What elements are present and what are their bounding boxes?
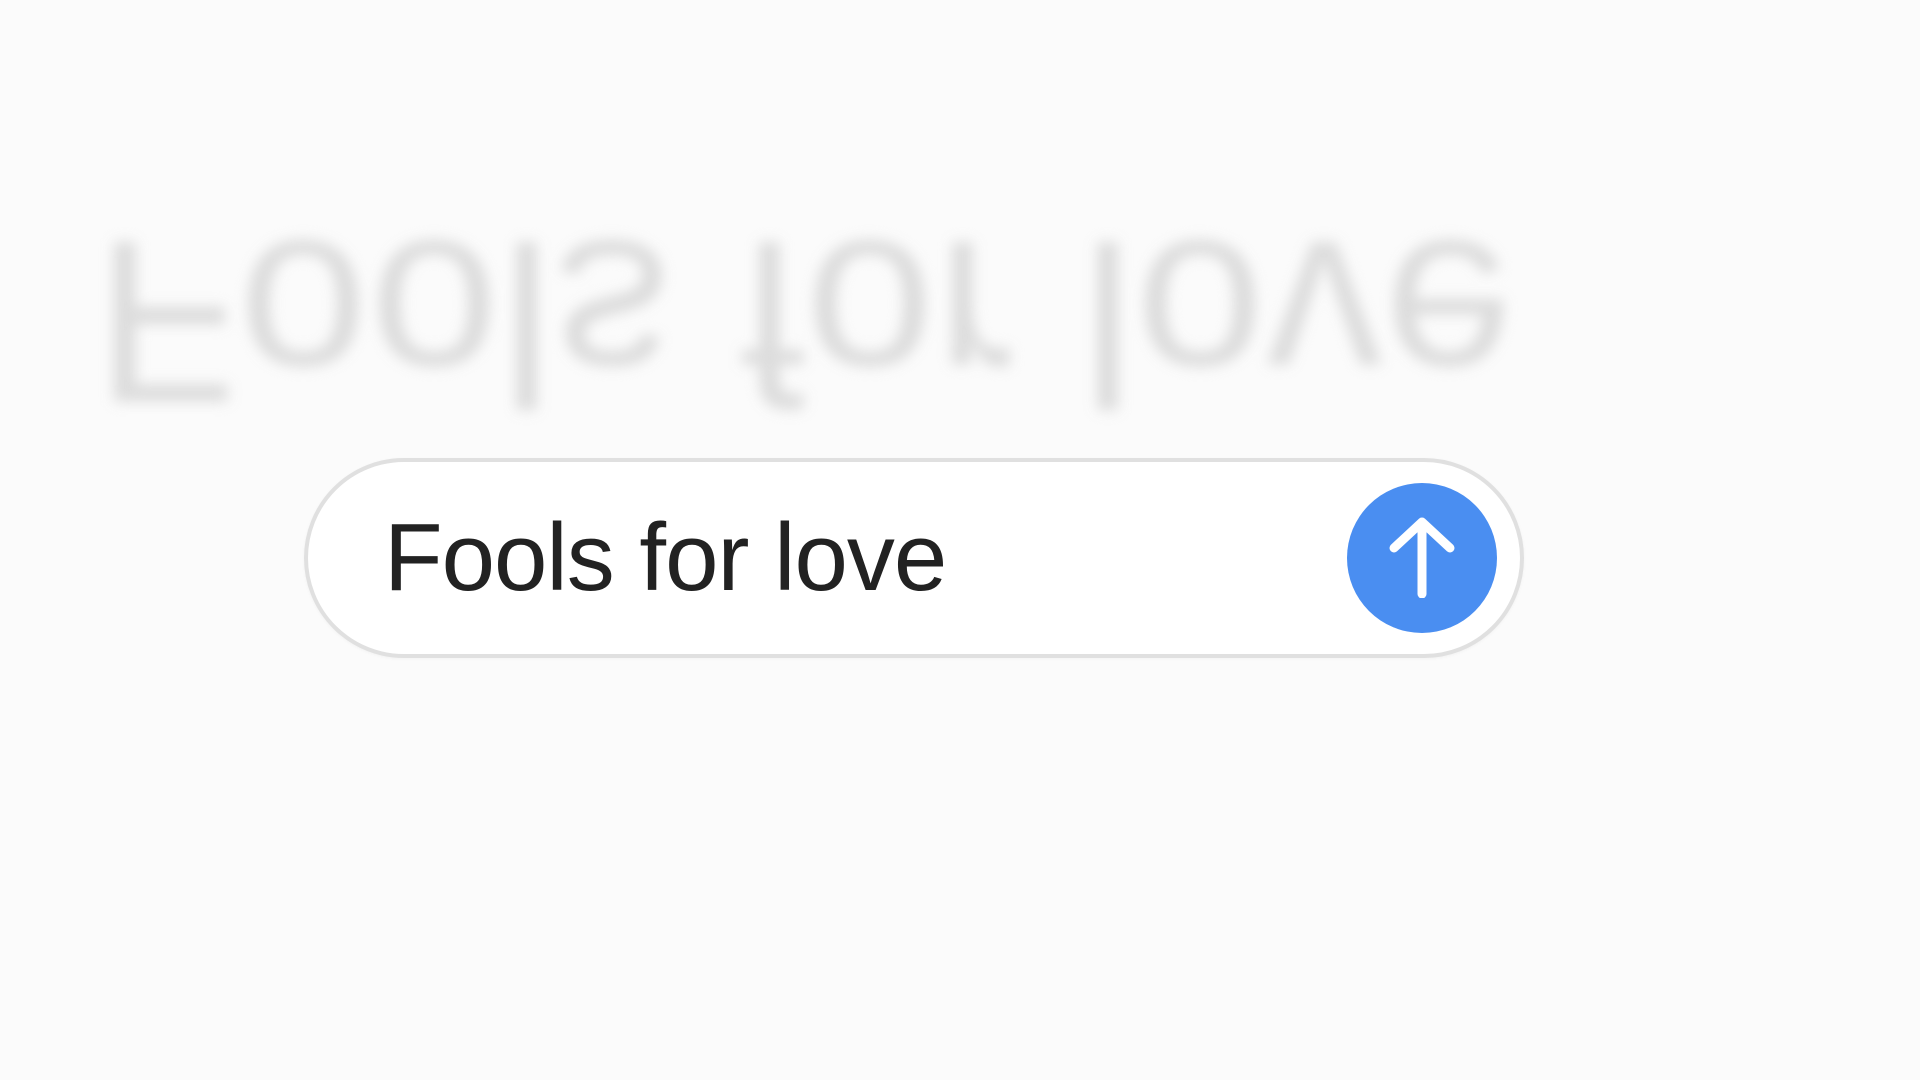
arrow-up-icon [1386, 514, 1458, 603]
submit-button[interactable] [1347, 483, 1497, 633]
search-input[interactable]: Fools for love [384, 510, 1347, 606]
search-bar[interactable]: Fools for love [304, 458, 1524, 658]
mirrored-reflection-text: Fools for love [95, 192, 1516, 451]
background-stage: Fools for love Fools for love [0, 0, 1920, 1080]
